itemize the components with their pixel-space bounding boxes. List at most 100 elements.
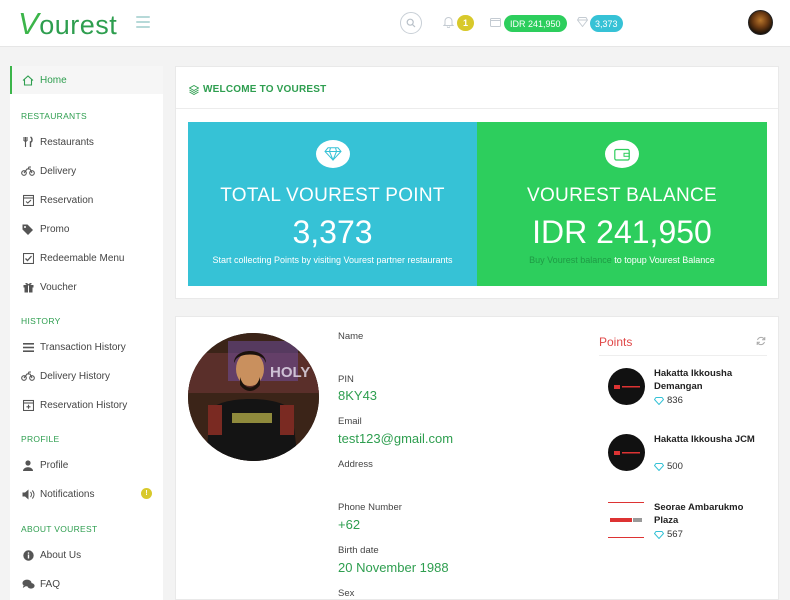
sidebar-item-label: Reservation History (40, 399, 128, 411)
welcome-title: WELCOME TO VOUREST (189, 84, 326, 95)
layers-icon (189, 84, 199, 95)
sidebar-item-label: Reservation (40, 194, 94, 206)
logo-text: ourest (39, 10, 118, 40)
restaurant-points-value: 567 (667, 529, 683, 540)
user-avatar[interactable] (748, 10, 773, 35)
points-section-title: Points (599, 335, 633, 349)
notifications-alert-badge: ! (141, 488, 152, 499)
sidebar-item-label: Delivery History (40, 370, 111, 382)
sidebar-item-profile[interactable]: Profile (10, 451, 163, 479)
sidebar-item-home[interactable]: Home (10, 66, 163, 94)
points-box-value: 3,373 (292, 214, 373, 250)
balance-box: VOUREST BALANCE IDR 241,950 Buy Vourest … (477, 122, 767, 286)
email-value: test123@gmail.com (338, 431, 454, 446)
calendar-check-icon (22, 194, 34, 206)
sidebar-item-transaction-history[interactable]: Transaction History (10, 333, 163, 361)
svg-text:HOLY: HOLY (270, 364, 310, 381)
sidebar-item-label: Redeemable Menu (40, 252, 125, 264)
email-label: Email (338, 416, 362, 427)
restaurant-points-item[interactable]: Hakatta Ikkousha Demangan 836 (608, 368, 768, 413)
restaurant-points-item[interactable]: Hakatta Ikkousha JCM 500 (608, 434, 768, 479)
restaurant-name: Hakatta Ikkousha Demangan (654, 368, 733, 392)
sidebar-item-about-us[interactable]: About Us (10, 541, 163, 569)
profile-photo: HOLY (188, 333, 319, 461)
points-pill[interactable]: 3,373 (590, 15, 623, 32)
notification-count-badge[interactable]: 1 (457, 15, 474, 31)
restaurant-logo (608, 368, 645, 405)
diamond-icon (654, 462, 664, 471)
welcome-card: WELCOME TO VOUREST TOTAL VOUREST POINT 3… (175, 66, 779, 299)
gift-icon (23, 282, 33, 293)
sidebar-item-reservation[interactable]: Reservation (10, 186, 163, 214)
diamond-icon (654, 396, 664, 405)
balance-pill[interactable]: IDR 241,950 (504, 15, 567, 32)
points-circle (315, 140, 350, 168)
sidebar-item-label: Delivery (40, 165, 77, 177)
birth-date-label: Birth date (338, 545, 379, 556)
divider (176, 108, 778, 109)
phone-label: Phone Number (338, 502, 402, 513)
sidebar-item-label: About Us (40, 549, 82, 561)
total-points-box: TOTAL VOUREST POINT 3,373 Start collecti… (188, 122, 477, 286)
logo-letter-v: V (18, 6, 40, 41)
sidebar-item-delivery[interactable]: Delivery (10, 157, 163, 185)
refresh-icon[interactable] (756, 336, 766, 346)
phone-value: +62 (338, 517, 361, 532)
sidebar-item-delivery-history[interactable]: Delivery History (10, 362, 163, 390)
divider (599, 355, 767, 356)
sidebar-item-label: Voucher (40, 281, 77, 293)
wallet-icon (490, 18, 501, 27)
vourest-logo[interactable]: Vourest (18, 6, 117, 42)
birth-date-value: 20 November 1988 (338, 560, 449, 575)
search-button[interactable] (400, 12, 422, 34)
restaurant-points: 836 (654, 395, 683, 406)
diamond-icon (577, 17, 588, 27)
address-label: Address (338, 459, 373, 470)
sidebar-item-voucher[interactable]: Voucher (10, 273, 163, 301)
points-box-subtitle: Start collecting Points by visiting Vour… (212, 255, 453, 265)
sidebar: Home RESTAURANTS Restaurants Delivery Re… (10, 66, 163, 600)
diamond-icon (654, 530, 664, 539)
calendar-plus-icon (22, 399, 34, 411)
sidebar-item-label: Restaurants (40, 136, 94, 148)
motorcycle-icon (21, 371, 35, 381)
balance-circle (605, 140, 639, 168)
sidebar-item-redeemable-menu[interactable]: Redeemable Menu (10, 244, 163, 272)
balance-box-value: IDR 241,950 (532, 214, 712, 250)
welcome-title-text: WELCOME TO VOUREST (203, 84, 327, 95)
section-title-profile: PROFILE (21, 434, 60, 444)
restaurant-logo (608, 502, 644, 538)
buy-balance-link[interactable]: Buy Vourest balance (529, 255, 612, 265)
restaurant-points-value: 500 (667, 461, 683, 472)
sidebar-item-promo[interactable]: Promo (10, 215, 163, 243)
top-bar: Vourest 1 IDR 241,950 3,373 (0, 0, 790, 47)
pin-value: 8KY43 (338, 388, 378, 403)
info-circle-icon (22, 549, 34, 561)
name-label: Name (338, 331, 364, 342)
restaurant-points-value: 836 (667, 395, 683, 406)
menu-toggle-icon[interactable] (136, 16, 150, 28)
user-icon (23, 459, 33, 471)
restaurant-name: Hakatta Ikkousha JCM (654, 434, 755, 445)
check-square-icon (22, 252, 34, 264)
sidebar-item-label: FAQ (40, 578, 61, 590)
sidebar-item-faq[interactable]: FAQ (10, 570, 163, 598)
comments-icon (21, 579, 35, 589)
restaurant-points: 500 (654, 461, 683, 472)
list-icon (22, 342, 34, 352)
sidebar-item-reservation-history[interactable]: Reservation History (10, 391, 163, 419)
search-icon (406, 18, 416, 28)
restaurant-name: Seorae Ambarukmo Plaza (654, 502, 744, 526)
sidebar-item-label: Promo (40, 223, 70, 235)
sidebar-item-restaurants[interactable]: Restaurants (10, 128, 163, 156)
sidebar-item-label: Notifications (40, 488, 95, 500)
balance-subtitle-text: to topup Vourest Balance (611, 255, 715, 265)
pin-label: PIN (338, 374, 354, 385)
bell-icon[interactable] (443, 16, 454, 28)
cutlery-icon (23, 136, 33, 147)
motorcycle-icon (21, 166, 35, 176)
wallet-icon (614, 148, 630, 161)
restaurant-points-item[interactable]: Seorae Ambarukmo Plaza 567 (608, 502, 768, 547)
sidebar-item-label: Home (40, 74, 67, 86)
home-icon (22, 74, 34, 86)
